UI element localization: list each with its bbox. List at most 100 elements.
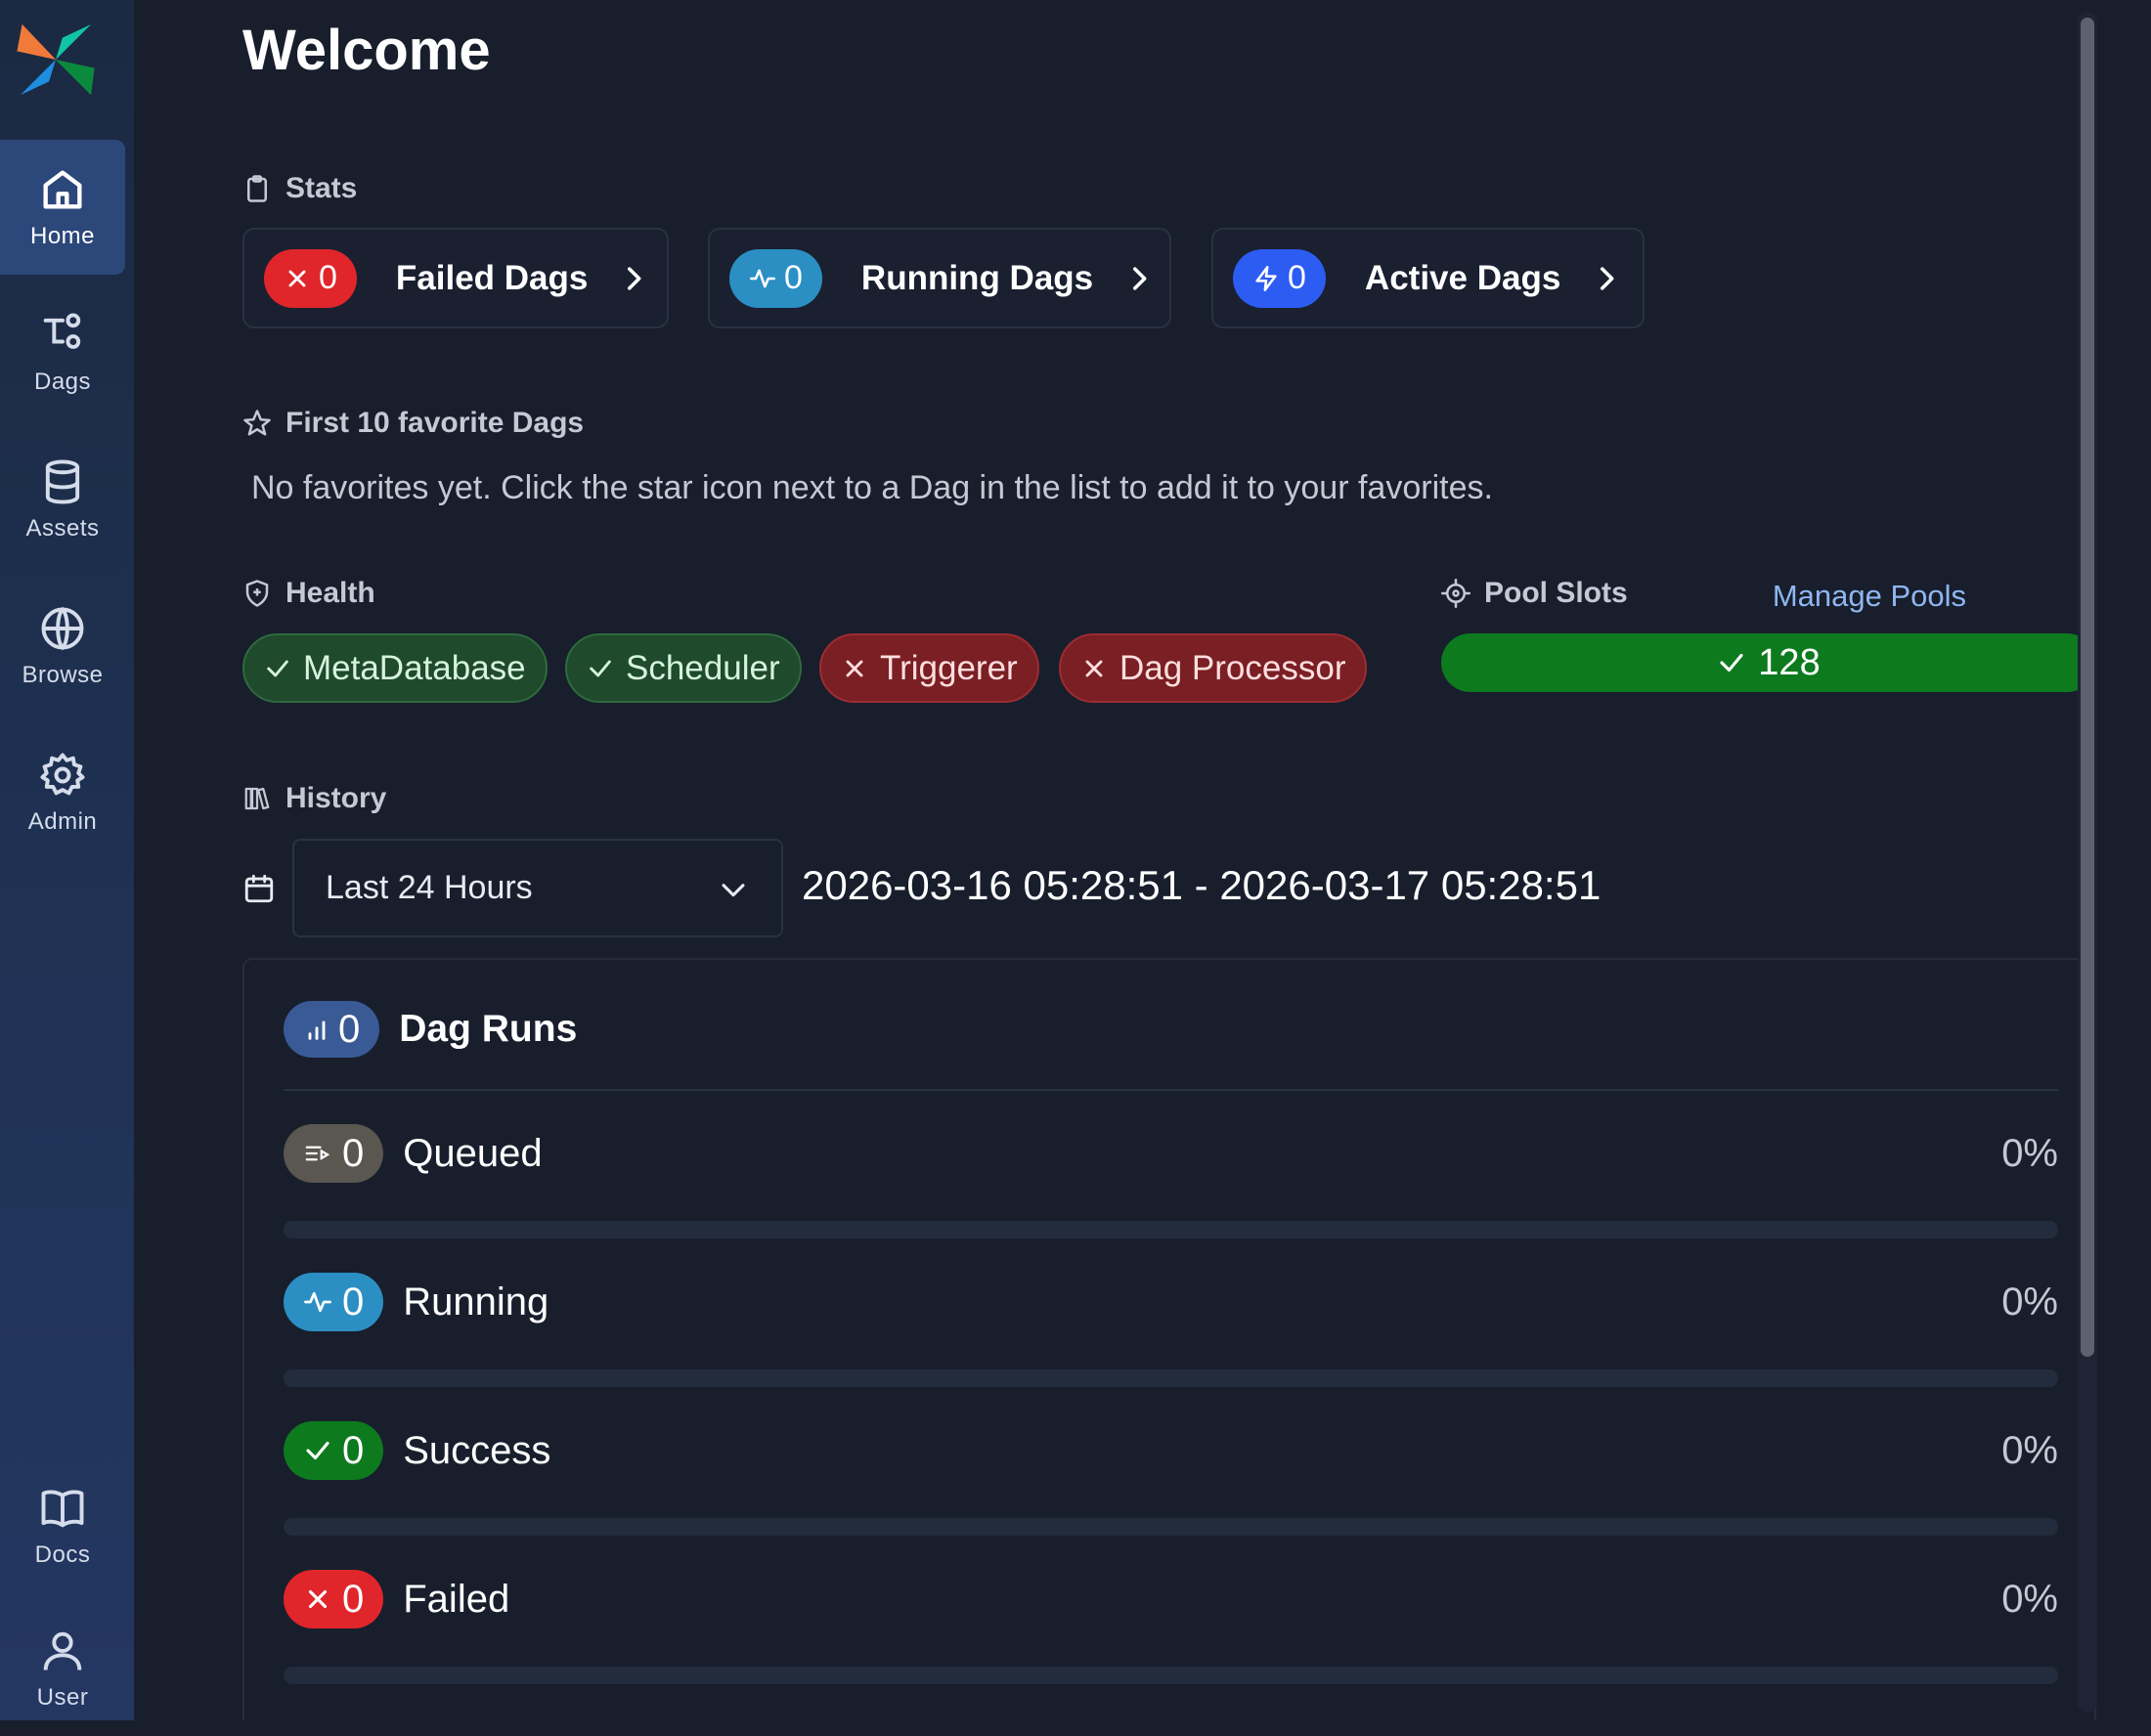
clipboard-icon bbox=[247, 175, 267, 202]
dag-runs-title: Dag Runs bbox=[399, 1008, 578, 1050]
time-range-value: Last 24 Hours bbox=[326, 869, 533, 906]
sidebar-item-label: User bbox=[36, 1684, 89, 1711]
divider bbox=[284, 1089, 2058, 1091]
sidebar-item-assets[interactable]: Assets bbox=[0, 432, 125, 567]
page-title: Welcome bbox=[242, 19, 491, 82]
run-row-success: 0 Success 0% bbox=[284, 1421, 2058, 1558]
dag-runs-panel: 0 Dag Runs 0 Queued 0% 0 Running 0% 0 Su… bbox=[242, 958, 2096, 1720]
date-range: 2026-03-16 05:28:51 - 2026-03-17 05:28:5… bbox=[802, 862, 1602, 908]
failed-dags-card[interactable]: 0 Failed Dags bbox=[242, 228, 669, 328]
active-dags-count: 0 bbox=[1288, 259, 1306, 296]
x-icon bbox=[846, 660, 863, 676]
scrollbar-thumb[interactable] bbox=[2081, 18, 2094, 1357]
chevron-right-icon bbox=[1133, 266, 1147, 290]
run-row-failed: 0 Failed 0% bbox=[284, 1570, 2058, 1707]
dags-icon bbox=[43, 313, 81, 349]
running-label: Running bbox=[403, 1280, 549, 1324]
health-label: MetaDatabase bbox=[303, 648, 526, 687]
lightning-icon bbox=[1255, 265, 1277, 291]
sidebar-item-label: Home bbox=[29, 223, 96, 249]
running-dags-label: Running Dags bbox=[860, 258, 1094, 297]
failed-count: 0 bbox=[342, 1577, 365, 1621]
running-dags-count: 0 bbox=[784, 259, 803, 296]
activity-icon bbox=[304, 1291, 331, 1313]
queued-percent: 0% bbox=[2001, 1132, 2058, 1175]
running-badge: 0 bbox=[284, 1273, 384, 1331]
sidebar-item-user[interactable]: User bbox=[0, 1601, 125, 1736]
scrollbar[interactable] bbox=[2078, 12, 2097, 1713]
run-row-running: 0 Running 0% bbox=[284, 1273, 2058, 1410]
pool-slots-bar[interactable]: 128 bbox=[1441, 633, 2096, 692]
failed-percent: 0% bbox=[2001, 1578, 2058, 1621]
calendar-icon bbox=[244, 874, 274, 903]
book-icon bbox=[41, 1490, 84, 1528]
failed-dags-badge: 0 bbox=[264, 248, 357, 308]
sidebar-item-admin[interactable]: Admin bbox=[0, 725, 125, 860]
airflow-logo[interactable] bbox=[14, 18, 98, 102]
manage-pools-link[interactable]: Manage Pools bbox=[1773, 579, 1966, 614]
chevron-right-icon bbox=[628, 266, 641, 290]
library-icon bbox=[244, 787, 270, 810]
active-dags-label: Active Dags bbox=[1364, 258, 1561, 297]
check-icon bbox=[306, 1441, 329, 1460]
success-progress-bar bbox=[284, 1518, 2058, 1536]
target-icon bbox=[1441, 579, 1471, 608]
health-label: Scheduler bbox=[626, 648, 780, 687]
failed-badge: 0 bbox=[284, 1570, 384, 1628]
pool-slots-heading-label: Pool Slots bbox=[1484, 577, 1628, 609]
sidebar-item-label: Browse bbox=[22, 662, 104, 688]
sidebar-item-docs[interactable]: Docs bbox=[0, 1458, 125, 1593]
dag-runs-total-badge: 0 bbox=[284, 1001, 380, 1058]
history-heading: History bbox=[242, 782, 386, 815]
health-heading: Health bbox=[242, 577, 375, 610]
check-icon bbox=[267, 660, 288, 676]
failed-progress-bar bbox=[284, 1667, 2058, 1684]
main-content: Welcome Stats 0 Failed Dags 0 Running Da… bbox=[134, 0, 2109, 1720]
x-icon bbox=[288, 270, 306, 286]
health-label: Dag Processor bbox=[1119, 648, 1346, 687]
sidebar-item-dags[interactable]: Dags bbox=[0, 285, 125, 420]
user-icon bbox=[43, 1631, 82, 1671]
sidebar-item-label: Dags bbox=[33, 369, 92, 395]
pool-slots-heading: Pool Slots bbox=[1441, 577, 1628, 610]
time-range-select[interactable]: Last 24 Hours bbox=[292, 839, 783, 937]
success-percent: 0% bbox=[2001, 1429, 2058, 1472]
sidebar-item-browse[interactable]: Browse bbox=[0, 579, 125, 714]
sidebar-item-label: Admin bbox=[27, 808, 98, 835]
sidebar-item-label: Assets bbox=[25, 515, 100, 542]
shield-plus-icon bbox=[245, 580, 269, 607]
activity-icon bbox=[750, 269, 775, 287]
x-icon bbox=[1085, 660, 1103, 676]
x-icon bbox=[308, 1589, 328, 1609]
queued-badge: 0 bbox=[284, 1124, 384, 1183]
active-dags-card[interactable]: 0 Active Dags bbox=[1211, 228, 1645, 328]
check-icon bbox=[590, 660, 611, 676]
queued-progress-bar bbox=[284, 1221, 2058, 1238]
favorites-empty-message: No favorites yet. Click the star icon ne… bbox=[251, 469, 1493, 506]
failed-label: Failed bbox=[403, 1577, 510, 1621]
sidebar-item-label: Docs bbox=[34, 1541, 91, 1568]
running-dags-card[interactable]: 0 Running Dags bbox=[708, 228, 1171, 328]
success-badge: 0 bbox=[284, 1421, 384, 1480]
stats-heading: Stats bbox=[242, 172, 357, 205]
queue-icon bbox=[305, 1146, 330, 1161]
dag-runs-header: 0 Dag Runs bbox=[284, 1001, 577, 1058]
queued-label: Queued bbox=[403, 1131, 543, 1175]
history-heading-label: History bbox=[285, 782, 387, 814]
dag-runs-total: 0 bbox=[338, 1007, 361, 1051]
health-badge-dag-processor: Dag Processor bbox=[1059, 633, 1368, 703]
health-heading-label: Health bbox=[285, 577, 375, 609]
running-progress-bar bbox=[284, 1369, 2058, 1387]
favorites-heading-label: First 10 favorite Dags bbox=[285, 407, 585, 439]
running-dags-badge: 0 bbox=[729, 248, 822, 308]
bar-chart-icon bbox=[308, 1020, 326, 1040]
pool-slots-value: 128 bbox=[1758, 641, 1821, 683]
sidebar-item-home[interactable]: Home bbox=[0, 140, 125, 275]
success-count: 0 bbox=[342, 1428, 365, 1472]
check-icon bbox=[1720, 653, 1743, 673]
home-icon bbox=[43, 170, 82, 209]
globe-icon bbox=[41, 606, 84, 651]
sidebar: Home Dags Assets Browse Admin Docs User bbox=[0, 0, 134, 1720]
health-badge-triggerer: Triggerer bbox=[819, 633, 1039, 703]
running-count: 0 bbox=[342, 1280, 365, 1324]
